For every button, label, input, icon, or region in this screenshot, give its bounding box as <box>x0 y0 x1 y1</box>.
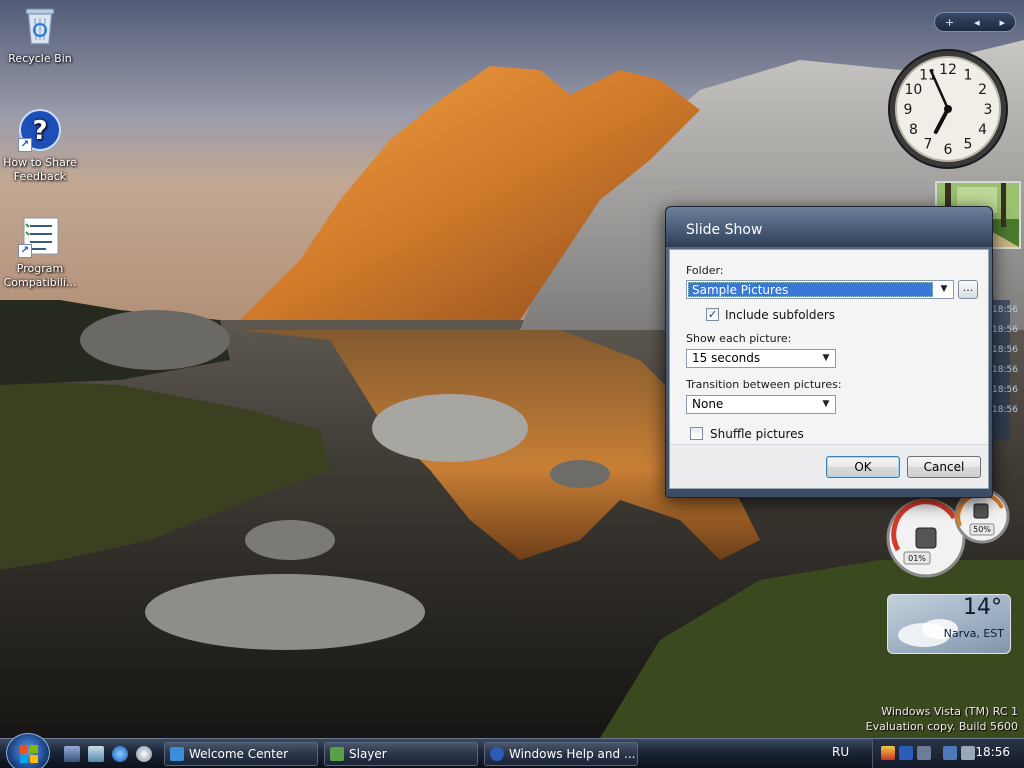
chevron-down-icon: ▼ <box>822 399 830 409</box>
taskbar-item-slayer[interactable]: Slayer <box>324 742 478 766</box>
media-player-icon <box>330 747 344 761</box>
desktop-icon-program-compatibility[interactable]: ↗ Program Compatibili... <box>0 214 80 290</box>
clock-numeral: 6 <box>944 142 953 158</box>
help-icon <box>490 747 504 761</box>
shortcut-arrow-icon: ↗ <box>18 138 32 152</box>
watermark-line-2: Evaluation copy. Build 5600 <box>865 720 1018 733</box>
previous-page-icon[interactable]: ◂ <box>974 16 980 29</box>
transition-label: Transition between pictures: <box>686 378 842 391</box>
clock-numeral: 10 <box>904 82 922 98</box>
show-each-picture-label: Show each picture: <box>686 332 792 345</box>
tray-display-icon[interactable] <box>917 746 931 760</box>
transition-value: None <box>692 397 724 411</box>
slide-show-dialog: Slide Show Folder: Sample Pictures ▼ ...… <box>665 206 993 498</box>
recycle-bin-icon <box>18 4 62 48</box>
ram-usage-label: 50% <box>973 525 991 534</box>
taskbar-item-label: Slayer <box>349 747 387 761</box>
include-subfolders-checkbox[interactable]: ✓ <box>706 308 719 321</box>
dialog-title-bar[interactable]: Slide Show <box>666 207 992 247</box>
chevron-down-icon: ▼ <box>822 353 830 363</box>
program-compatibility-icon: ↗ <box>18 214 62 258</box>
start-button[interactable] <box>6 733 50 768</box>
include-subfolders-label: Include subfolders <box>725 308 836 322</box>
taskbar-item-label: Windows Help and ... <box>509 747 636 761</box>
notification-area: 18:56 <box>872 739 1024 768</box>
help-icon: ? ↗ <box>18 108 62 152</box>
windows-logo-icon <box>20 745 38 763</box>
internet-explorer-icon[interactable] <box>112 746 128 762</box>
network-icon[interactable] <box>943 746 957 760</box>
evaluation-watermark: Windows Vista (TM) RC 1 Evaluation copy.… <box>866 704 1018 734</box>
taskbar-clock[interactable]: 18:56 <box>975 745 1010 759</box>
cancel-button[interactable]: Cancel <box>907 456 981 478</box>
clock-gadget[interactable]: 12 1234567891011 <box>887 48 1009 170</box>
clock-numeral: 4 <box>978 122 987 138</box>
welcome-center-icon <box>170 747 184 761</box>
show-desktop-icon[interactable] <box>64 746 80 762</box>
feed-headlines-gadget[interactable]: 18:56 18:56 18:56 18:56 18:56 18:56 <box>992 300 1018 440</box>
dialog-button-area: OK Cancel <box>670 444 988 488</box>
show-each-picture-value: 15 seconds <box>692 351 761 365</box>
media-player-icon[interactable] <box>136 746 152 762</box>
taskbar: Welcome Center Slayer Windows Help and .… <box>0 733 1024 768</box>
clock-numeral: 7 <box>924 137 933 153</box>
shortcut-arrow-icon: ↗ <box>18 244 32 258</box>
security-shield-icon[interactable] <box>881 746 895 760</box>
desktop-icon-label: Program Compatibili... <box>3 262 77 289</box>
shuffle-pictures-label: Shuffle pictures <box>710 427 804 441</box>
input-language-indicator[interactable]: RU <box>832 745 849 759</box>
cpu-usage-label: 01% <box>908 554 926 563</box>
desktop[interactable]: Recycle Bin ? ↗ How to Share Feedback ↗ … <box>0 0 1024 738</box>
chevron-down-icon: ▼ <box>940 284 948 294</box>
svg-text:?: ? <box>32 116 47 146</box>
desktop-icon-recycle-bin[interactable]: Recycle Bin <box>0 4 80 66</box>
volume-icon[interactable] <box>961 746 975 760</box>
watermark-line-1: Windows Vista (TM) RC 1 <box>881 705 1018 718</box>
folder-label: Folder: <box>686 264 724 277</box>
tray-app-icon[interactable] <box>899 746 913 760</box>
ok-button[interactable]: OK <box>826 456 900 478</box>
clock-numeral: 1 <box>964 67 973 83</box>
clock-numeral: 8 <box>909 122 918 138</box>
folder-dropdown[interactable]: Sample Pictures ▼ <box>686 280 954 299</box>
taskbar-item-label: Welcome Center <box>189 747 289 761</box>
switch-windows-icon[interactable] <box>88 746 104 762</box>
desktop-icon-label: How to Share Feedback <box>3 156 77 183</box>
transition-dropdown[interactable]: None ▼ <box>686 395 836 414</box>
dialog-content: Folder: Sample Pictures ▼ ... ✓ Include … <box>669 249 989 489</box>
show-each-picture-dropdown[interactable]: 15 seconds ▼ <box>686 349 836 368</box>
taskbar-item-welcome-center[interactable]: Welcome Center <box>164 742 318 766</box>
clock-numeral: 9 <box>904 102 913 118</box>
dialog-title: Slide Show <box>686 222 763 238</box>
clock-numeral: 2 <box>978 82 987 98</box>
browse-button[interactable]: ... <box>958 280 978 299</box>
taskbar-item-windows-help[interactable]: Windows Help and ... <box>484 742 638 766</box>
clock-numeral: 5 <box>964 137 973 153</box>
weather-gadget[interactable]: 14° Narva, EST <box>887 594 1011 654</box>
desktop-icon-how-to-share-feedback[interactable]: ? ↗ How to Share Feedback <box>0 108 80 184</box>
clock-numeral: 3 <box>984 102 993 118</box>
cpu-meter-gadget[interactable]: 01% 50% <box>884 488 1012 578</box>
weather-temperature: 14° <box>963 595 1002 620</box>
checkmark-icon: ✓ <box>707 308 718 321</box>
folder-dropdown-value: Sample Pictures <box>688 282 933 297</box>
shuffle-pictures-checkbox[interactable] <box>690 427 703 440</box>
sidebar-gadget-controls: + ◂ ▸ <box>934 12 1016 32</box>
desktop-icon-label: Recycle Bin <box>8 52 72 65</box>
clock-numeral: 12 <box>939 62 957 78</box>
add-gadget-icon[interactable]: + <box>945 16 954 29</box>
weather-location: Narva, EST <box>943 627 1004 640</box>
next-page-icon[interactable]: ▸ <box>1000 16 1006 29</box>
